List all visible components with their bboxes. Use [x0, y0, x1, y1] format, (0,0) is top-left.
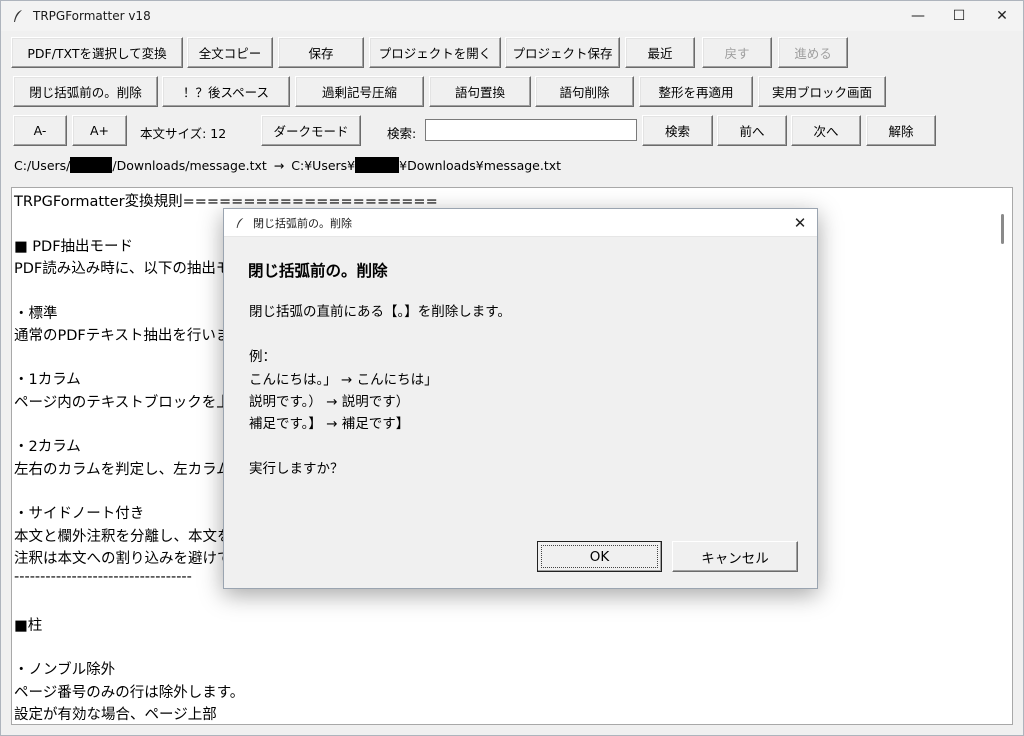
font-decrease-button[interactable]: A-: [13, 115, 67, 146]
search-button[interactable]: 検索: [642, 115, 713, 146]
copy-all-button[interactable]: 全文コピー: [187, 37, 273, 68]
dialog-body-line: 補足です。】 → 補足です】: [249, 416, 410, 432]
undo-button[interactable]: 戻す: [702, 37, 772, 68]
save-project-button[interactable]: プロジェクト保存: [505, 37, 620, 68]
delete-words-button[interactable]: 語句削除: [535, 76, 634, 107]
output-path-prefix: C:¥Users¥: [291, 157, 356, 173]
input-path-suffix: /Downloads/message.txt: [112, 157, 267, 173]
maximize-button[interactable]: ☐: [936, 1, 982, 31]
scrollbar-thumb[interactable]: [1001, 214, 1004, 244]
redacted-username: [355, 157, 400, 173]
cancel-button[interactable]: キャンセル: [672, 541, 798, 572]
editor-line: 通常のPDFテキスト抽出を行いま: [14, 327, 231, 344]
space-after-exclamation-button[interactable]: ！？後スペース: [162, 76, 290, 107]
feather-icon: [10, 8, 26, 24]
editor-line: ----------------------------------: [14, 569, 192, 586]
editor-line: 本文と欄外注釈を分離し、本文を: [14, 528, 232, 545]
dark-mode-button[interactable]: ダークモード: [261, 115, 361, 146]
output-path-suffix: ¥Downloads¥message.txt: [399, 157, 562, 173]
editor-line: ・標準: [14, 305, 58, 322]
practical-block-screen-button[interactable]: 実用ブロック画面: [758, 76, 886, 107]
font-size-label: 本文サイズ: 12: [140, 126, 227, 141]
editor-line: ・サイドノート付き: [14, 506, 145, 523]
dialog-body-line: 説明です。） → 説明です）: [249, 394, 410, 410]
editor-line: ページ内のテキストブロックを上: [14, 394, 231, 411]
reapply-format-button[interactable]: 整形を再適用: [639, 76, 753, 107]
dialog-body-line: 実行しますか？: [249, 461, 344, 477]
editor-line: ・2カラム: [14, 439, 81, 456]
editor-line: ■ PDF抽出モード: [14, 238, 134, 255]
editor-line: ・1カラム: [14, 372, 81, 389]
dialog-heading: 閉じ括弧前の。削除: [248, 262, 388, 280]
dialog-close-icon[interactable]: ✕: [791, 214, 809, 232]
editor-line: ■柱: [14, 617, 43, 634]
clear-button[interactable]: 解除: [866, 115, 936, 146]
search-input[interactable]: [425, 119, 637, 141]
dialog-body-line: 例：: [249, 349, 276, 365]
recent-button[interactable]: 最近: [625, 37, 695, 68]
feather-icon: [233, 216, 247, 230]
file-path-row: C:/Users/ /Downloads/message.txt → C:¥Us…: [14, 157, 561, 173]
replace-words-button[interactable]: 語句置換: [429, 76, 531, 107]
path-arrow: →: [273, 157, 285, 173]
redo-button[interactable]: 進める: [778, 37, 848, 68]
convert-button[interactable]: PDF/TXTを選択して変換: [11, 37, 183, 68]
dialog-body-line: こんにちは。」 → こんにちは」: [249, 372, 438, 388]
editor-line: PDF読み込み時に、以下の抽出モ: [14, 260, 231, 277]
remove-period-before-bracket-button[interactable]: 閉じ括弧前の。削除: [13, 76, 158, 107]
minimize-button[interactable]: —: [895, 1, 941, 31]
input-path-prefix: C:/Users/: [14, 157, 71, 173]
main-window: TRPGFormatter v18 — ☐ ✕ PDF/TXTを選択して変換 全…: [0, 0, 1024, 736]
vertical-scrollbar[interactable]: [996, 188, 1010, 724]
dialog-title: 閉じ括弧前の。削除: [253, 216, 352, 230]
editor-line: ・ノンブル除外: [14, 662, 116, 679]
window-title: TRPGFormatter v18: [33, 9, 151, 23]
editor-line: 左右のカラムを判定し、左カラム: [14, 461, 231, 478]
close-button[interactable]: ✕: [979, 1, 1024, 31]
ok-button[interactable]: OK: [537, 541, 662, 572]
redacted-username: [70, 157, 113, 173]
search-label: 検索:: [387, 126, 417, 141]
dialog-title-bar: 閉じ括弧前の。削除 ✕: [224, 209, 817, 237]
next-button[interactable]: 次へ: [791, 115, 861, 146]
dialog-body-line: 閉じ括弧の直前にある【。】を削除します。: [249, 304, 511, 320]
confirm-dialog: 閉じ括弧前の。削除 ✕ 閉じ括弧前の。削除 閉じ括弧の直前にある【。】を削除しま…: [223, 208, 818, 589]
editor-line: 注釈は本文への割り込みを避けて: [14, 550, 232, 567]
editor-line: ページ番号のみの行は除外します。: [14, 684, 245, 701]
prev-button[interactable]: 前へ: [717, 115, 787, 146]
font-increase-button[interactable]: A+: [72, 115, 127, 146]
compress-symbols-button[interactable]: 過剰記号圧縮: [295, 76, 424, 107]
title-bar: TRPGFormatter v18 — ☐ ✕: [1, 1, 1023, 31]
open-project-button[interactable]: プロジェクトを開く: [369, 37, 501, 68]
save-button[interactable]: 保存: [278, 37, 364, 68]
editor-line: 設定が有効な場合、ページ上部: [14, 706, 217, 723]
focus-ring: [541, 545, 658, 568]
